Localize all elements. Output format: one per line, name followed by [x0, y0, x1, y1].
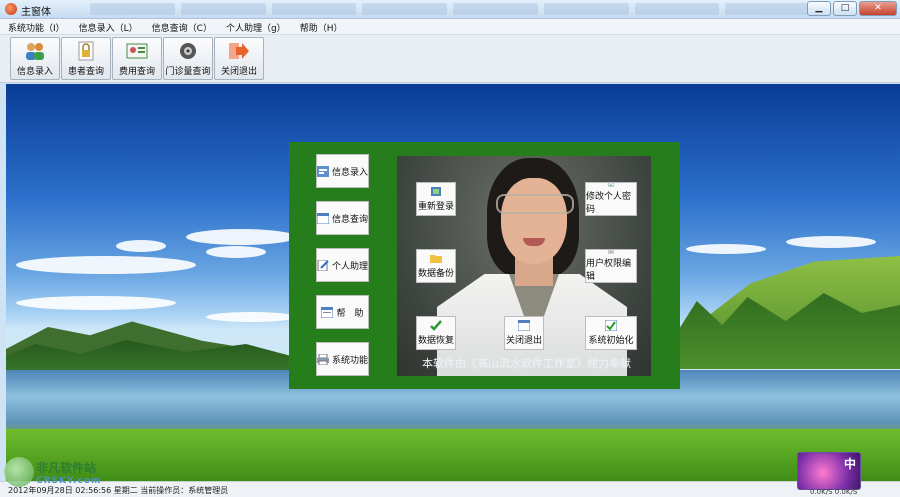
change-password-button[interactable]: 修改个人密码 [585, 182, 637, 216]
users-icon [26, 43, 44, 60]
toolbar-label: 患者查询 [67, 67, 104, 77]
notepad-icon [317, 259, 329, 271]
system-initialize-button[interactable]: 系统初始化 [585, 316, 637, 350]
toolbar-label: 信息录入 [16, 67, 53, 77]
network-speed: 0.0K/S 0.0K/S [810, 488, 858, 496]
window-search-icon [317, 212, 329, 224]
folder-open-icon [430, 255, 442, 263]
close-button[interactable]: ✕ [859, 1, 897, 16]
initialize-icon [605, 320, 617, 331]
ime-indicator[interactable]: 中 [797, 452, 861, 490]
action-label: 修改个人密码 [586, 192, 632, 215]
user-permission-button[interactable]: 用户权限编辑 [585, 249, 637, 283]
side-label: 信息查询 [332, 214, 369, 225]
menu-entry[interactable]: 信息录入（L） [75, 19, 148, 34]
side-info-query-button[interactable]: 信息查询 [316, 201, 369, 235]
help-window-icon [321, 306, 334, 318]
menu-help[interactable]: 帮助（H） [296, 19, 353, 34]
action-label: 系统初始化 [588, 336, 634, 346]
data-backup-button[interactable]: 数据备份 [416, 249, 456, 283]
toolbar-label: 门诊量查询 [165, 67, 211, 77]
user-permission-icon [608, 250, 614, 254]
toolbar: 信息录入 患者查询 费用查询 门诊量查询 关闭退出 [0, 35, 900, 83]
action-label: 数据备份 [417, 269, 454, 279]
close-window-icon [518, 320, 530, 331]
menu-system[interactable]: 系统功能（I） [4, 19, 75, 34]
ime-label: 中 [843, 457, 856, 471]
action-label: 数据恢复 [417, 336, 454, 346]
watermark-subtitle: CRSKY.com [36, 476, 102, 486]
toolbar-info-entry-button[interactable]: 信息录入 [10, 37, 60, 80]
menu-query[interactable]: 信息查询（C） [148, 19, 222, 34]
minimize-button[interactable]: ▁ [807, 1, 831, 16]
side-label: 信息录入 [332, 167, 369, 178]
id-card-icon [126, 43, 148, 59]
toolbar-outpatient-query-button[interactable]: 门诊量查询 [163, 37, 213, 80]
side-info-entry-button[interactable]: 信息录入 [316, 154, 369, 188]
toolbar-label: 关闭退出 [220, 67, 257, 77]
login-icon [431, 187, 441, 196]
toolbar-fee-query-button[interactable]: 费用查询 [112, 37, 162, 80]
toolbar-label: 费用查询 [118, 67, 155, 77]
action-label: 重新登录 [417, 202, 454, 212]
background-tabs [90, 3, 810, 15]
watermark-logo-icon [4, 457, 34, 487]
toolbar-patient-query-button[interactable]: 患者查询 [61, 37, 111, 80]
toolbar-exit-button[interactable]: 关闭退出 [214, 37, 264, 80]
side-assistant-button[interactable]: 个人助理 [316, 248, 369, 282]
side-help-button[interactable]: 帮 助 [316, 295, 369, 329]
close-exit-button[interactable]: 关闭退出 [504, 316, 544, 350]
side-system-button[interactable]: 系统功能 [316, 342, 369, 376]
credit-text: 本软件由《高山流水软件工作室》倾力奉献 [422, 357, 631, 370]
side-label: 系统功能 [332, 355, 369, 366]
app-icon [5, 3, 17, 15]
watermark-title: 非凡软件站 [36, 461, 97, 475]
window-title: 主窗体 [21, 7, 51, 18]
side-label: 帮 助 [336, 308, 364, 319]
maximize-button[interactable]: □ [833, 1, 857, 16]
side-label: 个人助理 [332, 261, 369, 272]
action-label: 关闭退出 [505, 336, 542, 346]
document-lock-icon [78, 41, 94, 61]
site-watermark: 非凡软件站 CRSKY.com [4, 455, 108, 491]
relogin-button[interactable]: 重新登录 [416, 182, 456, 216]
menu-bar: 系统功能（I） 信息录入（L） 信息查询（C） 个人助理（g） 帮助（H） [0, 19, 900, 35]
data-restore-button[interactable]: 数据恢复 [416, 316, 456, 350]
password-icon [608, 183, 614, 187]
action-label: 用户权限编辑 [586, 259, 632, 282]
exit-arrow-icon [229, 43, 249, 59]
form-edit-icon [317, 165, 329, 177]
title-bar: 主窗体 ▁ □ ✕ [0, 0, 900, 19]
printer-icon [317, 353, 329, 365]
check-icon [430, 320, 442, 331]
status-bar: 2012年09月28日 02:56:56 星期二 当前操作员：系统管理员 [0, 481, 900, 497]
disc-camera-icon [180, 43, 196, 59]
menu-assistant[interactable]: 个人助理（g） [222, 19, 296, 34]
